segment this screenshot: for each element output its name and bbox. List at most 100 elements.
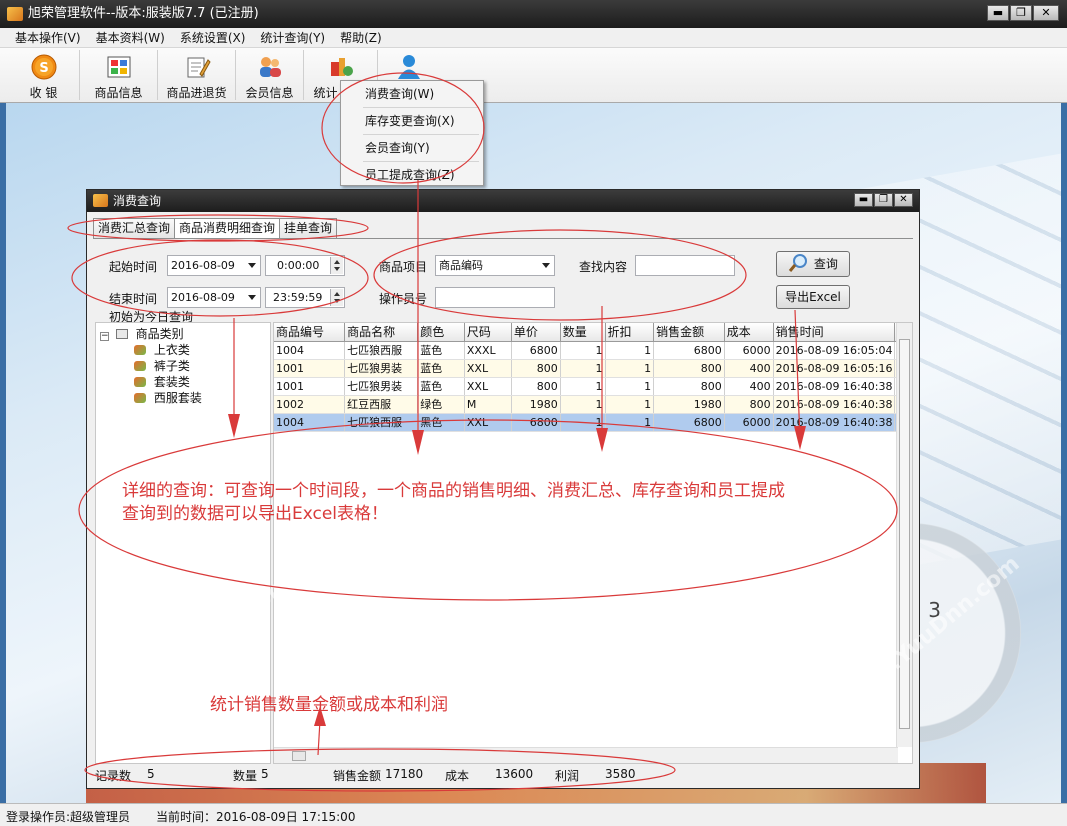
records-label: 记录数 bbox=[95, 769, 132, 783]
menubar: 基本操作(V) 基本资料(W) 系统设置(X) 统计查询(Y) 帮助(Z) bbox=[0, 28, 1067, 48]
table-cell: 1980 bbox=[511, 395, 561, 414]
sales-label: 销售金额 bbox=[333, 769, 382, 783]
column-header[interactable]: 数量 bbox=[560, 323, 606, 342]
time-status: 当前时间：2016-08-09日 17:15:00 bbox=[156, 810, 356, 824]
inner-close-button[interactable]: ✕ bbox=[894, 193, 913, 207]
menu-separator bbox=[363, 134, 479, 135]
svg-text:S: S bbox=[39, 61, 48, 76]
table-cell: 1 bbox=[560, 341, 606, 360]
table-row[interactable]: 1001 七匹狼男装 蓝色 XXL 800 1 1 800 400 2016-08-09 16:4… bbox=[274, 377, 912, 396]
records-value: 5 bbox=[147, 767, 155, 781]
menu-item-staff-commission-query[interactable]: 员工提成查询(Z) bbox=[341, 164, 483, 186]
start-date-picker[interactable]: 2016-08-09 bbox=[167, 255, 261, 276]
annotation-main-line1: 详细的查询：可查询一个时间段，一个商品的销售明细、消费汇总、库存查询和员工提成 bbox=[122, 481, 785, 501]
column-header[interactable]: 成本 bbox=[724, 323, 774, 342]
column-header[interactable]: 销售金额 bbox=[653, 323, 725, 342]
tree-root[interactable]: − 商品类别 bbox=[100, 325, 184, 342]
inner-maximize-button[interactable]: ❐ bbox=[874, 193, 893, 207]
table-cell: 800 bbox=[653, 359, 725, 378]
table-cell: 1 bbox=[560, 395, 606, 414]
column-header[interactable]: 销售时间 bbox=[773, 323, 896, 342]
collapse-icon[interactable]: − bbox=[100, 332, 109, 341]
horizontal-scrollbar[interactable] bbox=[274, 747, 898, 763]
table-cell: XXL bbox=[464, 413, 512, 432]
column-header[interactable]: 商品名称 bbox=[344, 323, 419, 342]
table-cell: 蓝色 bbox=[417, 359, 465, 378]
start-date-value: 2016-08-09 bbox=[171, 259, 235, 272]
tab-pending-orders[interactable]: 挂单查询 bbox=[279, 218, 338, 238]
table-cell: 1004 bbox=[274, 341, 346, 360]
menu-basic-data[interactable]: 基本资料(W) bbox=[89, 29, 173, 46]
inner-minimize-button[interactable]: ▬ bbox=[854, 193, 873, 207]
menu-item-stock-change-query[interactable]: 库存变更查询(X) bbox=[341, 110, 483, 132]
column-header[interactable]: 折扣 bbox=[605, 323, 655, 342]
tab-consumption-summary[interactable]: 消费汇总查询 bbox=[93, 218, 176, 238]
search-content-input[interactable] bbox=[635, 255, 735, 276]
table-row[interactable]: 1002 红豆西服 绿色 M 1980 1 1 1980 800 2016-08-09 16:40… bbox=[274, 395, 912, 414]
table-row[interactable]: 1001 七匹狼男装 蓝色 XXL 800 1 1 800 400 2016-08-09 16:0… bbox=[274, 359, 912, 378]
tree-item-pants[interactable]: 裤子类 bbox=[134, 357, 190, 374]
table-cell: 1 bbox=[605, 359, 655, 378]
toolbar-cashier-button[interactable]: S 收 银 bbox=[8, 50, 80, 100]
maximize-button[interactable]: ❐ bbox=[1010, 5, 1032, 21]
tree-item-tops[interactable]: 上衣类 bbox=[134, 341, 190, 358]
close-button[interactable]: ✕ bbox=[1033, 5, 1059, 21]
cashier-coin-icon: S bbox=[31, 54, 56, 80]
profit-value: 3580 bbox=[605, 767, 636, 781]
table-header: 商品编号商品名称颜色尺码单价数量折扣销售金额成本销售时间... bbox=[274, 323, 912, 342]
user-icon bbox=[398, 55, 420, 79]
menu-system-settings[interactable]: 系统设置(X) bbox=[173, 29, 254, 46]
inner-title: 消费查询 bbox=[113, 194, 162, 208]
profit-label: 利润 bbox=[555, 769, 580, 783]
operator-input[interactable] bbox=[435, 287, 555, 308]
menu-help[interactable]: 帮助(Z) bbox=[333, 29, 390, 46]
menu-item-member-query[interactable]: 会员查询(Y) bbox=[341, 137, 483, 159]
toolbar-label: 收 银 bbox=[29, 86, 58, 100]
menu-item-consumption-query[interactable]: 消费查询(W) bbox=[341, 83, 483, 105]
column-header[interactable]: 颜色 bbox=[417, 323, 465, 342]
table-cell: 2016-08-09 16:40:38 bbox=[773, 377, 896, 396]
table-cell: 2016-08-09 16:40:38 bbox=[773, 413, 896, 432]
table-cell: 1001 bbox=[274, 359, 346, 378]
table-cell: 800 bbox=[724, 395, 774, 414]
table-cell: 2016-08-09 16:05:04 bbox=[773, 341, 896, 360]
summary-bar: 记录数 5 数量 5 销售金额 17180 成本 13600 利润 3580 bbox=[93, 766, 913, 784]
end-time-spinner[interactable]: 23:59:59 bbox=[265, 287, 345, 308]
spin-arrows-icon[interactable] bbox=[330, 257, 343, 274]
column-header[interactable]: 单价 bbox=[511, 323, 561, 342]
menu-basic-ops[interactable]: 基本操作(V) bbox=[8, 29, 89, 46]
table-row[interactable]: 1004 七匹狼西服 黑色 XXL 6800 1 1 6800 6000 2016-08-09 1… bbox=[274, 413, 912, 432]
item-select[interactable]: 商品编码 bbox=[435, 255, 555, 276]
end-time-value: 23:59:59 bbox=[273, 291, 323, 304]
tree-item-western-suits[interactable]: 西服套装 bbox=[134, 389, 202, 406]
window-controls: ▬ ❐ ✕ bbox=[987, 5, 1059, 21]
table-cell: 蓝色 bbox=[417, 377, 465, 396]
tree-root-label: 商品类别 bbox=[135, 327, 184, 341]
export-excel-button[interactable]: 导出Excel bbox=[776, 285, 850, 309]
vertical-scrollbar[interactable] bbox=[896, 323, 912, 747]
column-header[interactable]: 商品编号 bbox=[274, 323, 346, 342]
end-date-picker[interactable]: 2016-08-09 bbox=[167, 287, 261, 308]
menu-statistics-query[interactable]: 统计查询(Y) bbox=[253, 29, 333, 46]
table-cell: 蓝色 bbox=[417, 341, 465, 360]
start-time-spinner[interactable]: 0:00:00 bbox=[265, 255, 345, 276]
inner-titlebar: 消费查询 ▬ ❐ ✕ bbox=[87, 190, 919, 212]
query-button[interactable]: 查询 bbox=[776, 251, 850, 277]
toolbar-product-info-button[interactable]: 商品信息 bbox=[80, 50, 158, 100]
scroll-thumb[interactable] bbox=[292, 751, 306, 761]
spin-arrows-icon[interactable] bbox=[330, 289, 343, 306]
app-titlebar: 旭荣管理软件--版本:服装版7.7 (已注册) ▬ ❐ ✕ bbox=[0, 0, 1067, 28]
table-cell: 黑色 bbox=[417, 413, 465, 432]
table-row[interactable]: 1004 七匹狼西服 蓝色 XXXL 6800 1 1 6800 6000 2016-08-09 … bbox=[274, 341, 912, 360]
table-cell: 七匹狼男装 bbox=[344, 377, 419, 396]
tree-item-suits[interactable]: 套装类 bbox=[134, 373, 190, 390]
toolbar-stock-in-out-button[interactable]: 商品进退货 bbox=[158, 50, 236, 100]
table-cell: 800 bbox=[511, 359, 561, 378]
annotation-bottom: 统计销售数量金额或成本和利润 bbox=[210, 695, 448, 715]
tree-item-label: 套装类 bbox=[153, 375, 190, 389]
minimize-button[interactable]: ▬ bbox=[987, 5, 1009, 21]
stock-edit-icon bbox=[187, 57, 211, 78]
query-button-label: 查询 bbox=[813, 257, 838, 271]
tab-product-detail[interactable]: 商品消费明细查询 bbox=[174, 218, 281, 239]
column-header[interactable]: 尺码 bbox=[464, 323, 512, 342]
